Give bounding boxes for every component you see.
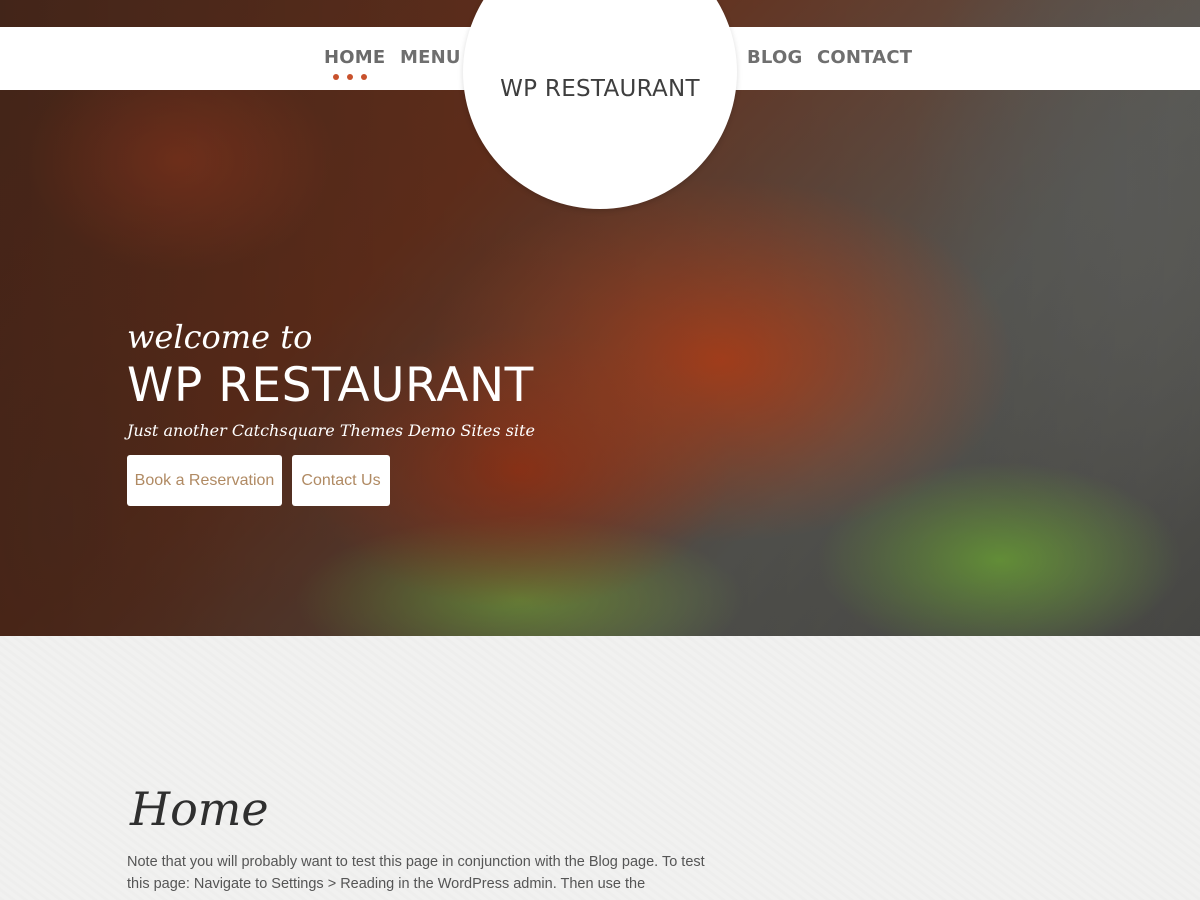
page-title: Home	[130, 782, 269, 836]
hero-tagline: Just another Catchsquare Themes Demo Sit…	[127, 421, 535, 440]
book-reservation-button[interactable]: Book a Reservation	[127, 455, 282, 506]
nav-item-home[interactable]: HOME	[324, 47, 385, 68]
hero-title: WP RESTAURANT	[127, 358, 534, 413]
active-indicator-dots	[333, 74, 369, 80]
nav-item-blog[interactable]: BLOG	[747, 47, 802, 68]
hero-welcome-text: welcome to	[127, 318, 313, 356]
site-title-link[interactable]: WP RESTAURANT	[463, 76, 737, 102]
page-body-text: Note that you will probably want to test…	[127, 854, 705, 892]
nav-item-menu[interactable]: MENU	[400, 47, 461, 68]
nav-item-contact[interactable]: CONTACT	[817, 47, 912, 68]
contact-us-button[interactable]: Contact Us	[292, 455, 390, 506]
